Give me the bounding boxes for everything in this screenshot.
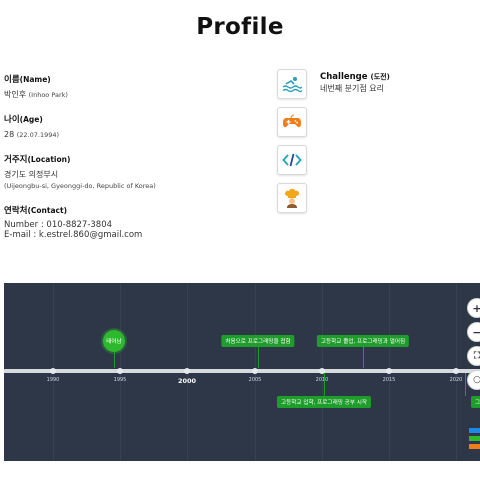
challenge-title: Challenge — [320, 72, 368, 82]
event-birth[interactable]: 태어남 — [103, 330, 125, 352]
challenge-title-ko: (도전) — [370, 73, 390, 81]
event-hs-entry-stem — [324, 373, 325, 396]
group-indicator-green — [469, 436, 480, 441]
group-indicator-blue — [469, 428, 480, 433]
event-hs-entry[interactable]: 고등학교 입학, 프로그래밍 공부 시작 — [276, 396, 372, 408]
age-block: 나이(Age) 28 (22.07.1994) — [4, 113, 264, 141]
tick-dot-1995 — [117, 368, 123, 374]
event-hs-graduation-stem — [363, 346, 364, 368]
contact-label: 연락처 — [4, 206, 28, 216]
tick-dot-2005 — [252, 368, 258, 374]
timeline-axis — [4, 369, 480, 373]
tick-dot-1990 — [50, 368, 56, 374]
location-block: 거주지(Location) 경기도 의정부시 (Uijeongbu-si, Gye… — [4, 153, 264, 192]
tick-label-2020: 2020 — [449, 377, 463, 383]
tick-label-2010: 2010 — [315, 377, 329, 383]
tick-label-2005: 2005 — [248, 377, 262, 383]
location-value: 경기도 의정부시 — [4, 170, 59, 179]
event-first-programming-stem — [258, 346, 259, 368]
contact-number: Number : 010-8827-3804 — [4, 220, 113, 230]
contact-email[interactable]: E-mail : k.estrel.860@gmail.com — [4, 230, 142, 240]
tick-label-2015: 2015 — [382, 377, 396, 383]
code-icon[interactable] — [277, 145, 307, 175]
event-birth-stem — [114, 352, 115, 368]
tick-dot-2000 — [184, 368, 190, 374]
hobby-icons — [277, 69, 307, 221]
reset-button[interactable]: ○ — [467, 370, 480, 390]
tick-label-2000: 2000 — [177, 377, 197, 385]
name-label-en: (Name) — [19, 75, 51, 84]
tick-label-1995: 1995 — [113, 377, 127, 383]
fit-button[interactable]: ⛶ — [467, 346, 480, 366]
profile-info: 이름(Name) 박인후 (Inhoo Park) 나이(Age) 28 (22… — [4, 73, 264, 252]
group-indicator-orange — [469, 444, 480, 449]
tick-label-1990: 1990 — [46, 377, 60, 383]
tick-dot-2020 — [453, 368, 459, 374]
zoom-in-button[interactable]: + — [467, 298, 480, 318]
contact-label-en: (Contact) — [27, 206, 67, 215]
timeline[interactable]: 1990 1995 2000 2005 2010 2015 2020 태어남 처… — [4, 283, 480, 461]
gamepad-icon[interactable] — [277, 107, 307, 137]
zoom-out-button[interactable]: − — [467, 322, 480, 342]
event-cut[interactable]: 그린 오 — [471, 396, 480, 408]
name-value: 박인후 — [4, 90, 27, 99]
location-value-en: (Uijeongbu-si, Gyeonggi-do, Republic of … — [4, 182, 156, 190]
challenge-subtitle: 네번째 분기점 요리 — [320, 84, 384, 93]
name-block: 이름(Name) 박인후 (Inhoo Park) — [4, 73, 264, 101]
age-label: 나이 — [4, 115, 20, 125]
page-title: Profile — [196, 14, 284, 40]
age-value-en: (22.07.1994) — [16, 131, 60, 139]
location-label-en: (Location) — [27, 155, 71, 164]
contact-block: 연락처(Contact) Number : 010-8827-3804 E-mai… — [4, 204, 264, 240]
swimming-icon[interactable] — [277, 69, 307, 99]
tick-dot-2015 — [386, 368, 392, 374]
location-label: 거주지 — [4, 155, 28, 165]
chef-icon[interactable] — [277, 183, 307, 213]
age-label-en: (Age) — [19, 115, 43, 124]
challenge-section: Challenge (도전) 네번째 분기점 요리 — [320, 72, 390, 94]
name-value-en: (Inhoo Park) — [28, 91, 68, 99]
event-cut-stem — [465, 373, 466, 396]
name-label: 이름 — [4, 75, 20, 85]
age-value: 28 — [4, 130, 15, 139]
